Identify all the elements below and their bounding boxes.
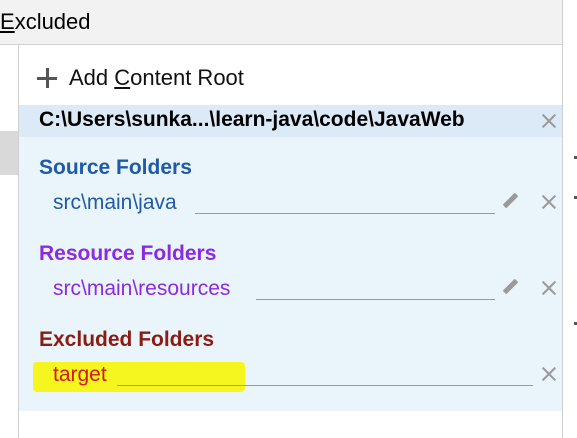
header-bar: Excluded: [0, 0, 562, 44]
excluded-folder-name: target: [53, 363, 107, 386]
source-folder-row[interactable]: src\main\java: [53, 189, 533, 219]
pencil-icon[interactable]: [499, 276, 521, 298]
source-folder-name: src\main\java: [53, 191, 177, 214]
content-root-path: C:\Users\sunka...\learn-java\code\JavaWe…: [39, 108, 465, 131]
resource-folders-title: Resource Folders: [39, 242, 217, 265]
resource-folder-name: src\main\resources: [53, 277, 231, 300]
left-module-list[interactable]: [0, 45, 18, 438]
pencil-icon[interactable]: [499, 190, 521, 212]
excluded-tab-title[interactable]: Excluded: [0, 9, 91, 35]
excluded-folders-title: Excluded Folders: [39, 328, 215, 351]
content-root-box: C:\Users\sunka...\learn-java\code\JavaWe…: [19, 105, 562, 411]
excluded-folder-underline: [117, 385, 533, 386]
resource-folder-row[interactable]: src\main\resources: [53, 275, 533, 305]
source-folder-underline: [195, 213, 495, 214]
add-content-root-button[interactable]: Add Content Root: [37, 63, 244, 93]
selected-module-item[interactable]: [0, 131, 18, 175]
close-icon[interactable]: [541, 366, 557, 382]
resource-folder-underline: [256, 299, 495, 300]
content-roots-panel: Add Content Root C:\Users\sunka...\learn…: [19, 45, 562, 438]
source-folders-title: Source Folders: [39, 156, 192, 179]
content-root-header: C:\Users\sunka...\learn-java\code\JavaWe…: [19, 105, 562, 137]
add-content-root-label: Add Content Root: [69, 65, 244, 90]
excluded-folder-row[interactable]: target: [53, 361, 533, 391]
close-icon[interactable]: [541, 113, 557, 129]
plus-icon: [37, 68, 57, 88]
close-icon[interactable]: [541, 280, 557, 296]
close-icon[interactable]: [541, 194, 557, 210]
right-gutter: [562, 0, 577, 438]
